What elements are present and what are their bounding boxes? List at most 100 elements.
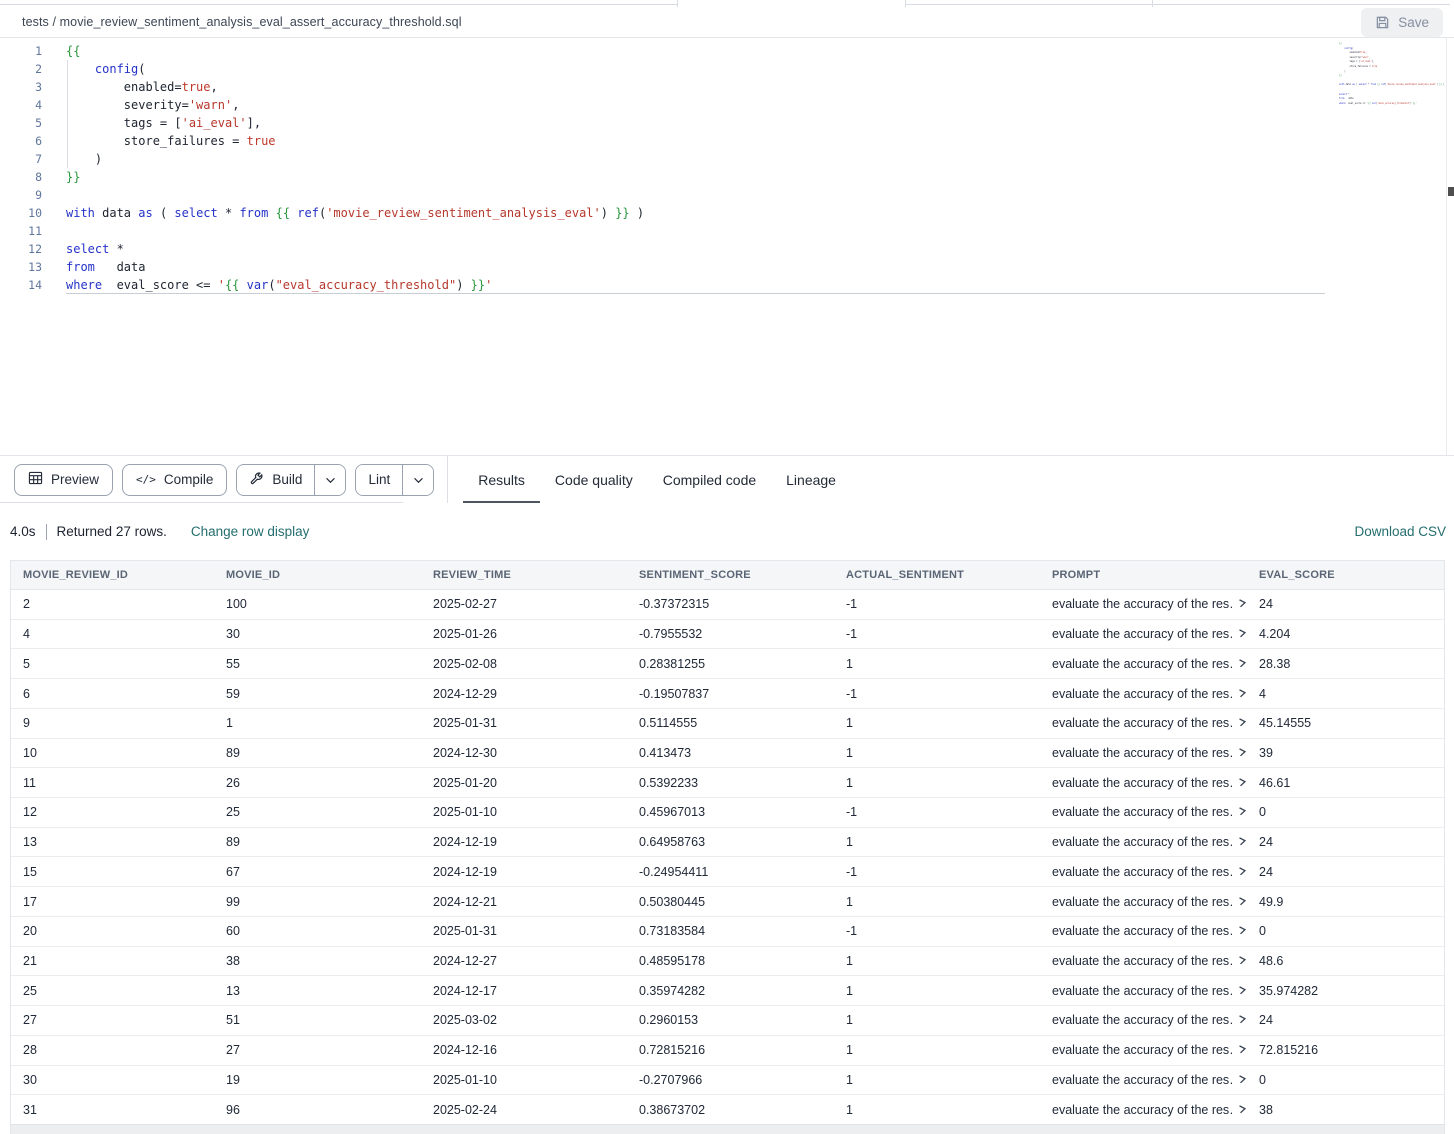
cell-movie_id: 89 — [214, 828, 421, 857]
cell-movie_review_id: 17 — [11, 887, 214, 916]
compile-button[interactable]: </>Compile — [122, 464, 227, 496]
cell-sentiment_score: 0.50380445 — [627, 887, 834, 916]
chevron-right-icon[interactable] — [1238, 865, 1247, 879]
cell-eval_score: 24 — [1247, 1006, 1445, 1035]
table-row: 13892024-12-190.649587631evaluate the ac… — [11, 828, 1444, 858]
tab-code-quality[interactable]: Code quality — [540, 456, 648, 504]
cell-movie_review_id: 2 — [11, 590, 214, 619]
cell-movie_id: 19 — [214, 1066, 421, 1095]
cell-actual_sentiment: 1 — [834, 709, 1040, 738]
prompt-cell-text: evaluate the accuracy of the res… — [1052, 776, 1233, 790]
editor-scrollbar[interactable] — [1446, 38, 1454, 455]
code-line[interactable]: 11 — [0, 222, 1325, 240]
chevron-right-icon[interactable] — [1238, 1103, 1247, 1117]
chevron-right-icon[interactable] — [1238, 895, 1247, 909]
chevron-right-icon[interactable] — [1238, 924, 1247, 938]
cell-eval_score: 38 — [1247, 1095, 1445, 1124]
code-line[interactable]: 10with data as ( select * from {{ ref('m… — [0, 204, 1325, 222]
results-table-body: 21002025-02-27-0.37372315-1evaluate the … — [11, 590, 1444, 1125]
code-line[interactable]: 4 severity='warn', — [0, 96, 1325, 114]
chevron-down-icon — [413, 472, 424, 487]
cell-prompt: evaluate the accuracy of the res… — [1040, 1066, 1247, 1095]
cell-movie_id: 1 — [214, 709, 421, 738]
table-row: 31962025-02-240.386737021evaluate the ac… — [11, 1095, 1444, 1125]
preview-button[interactable]: Preview — [14, 464, 113, 496]
chevron-right-icon[interactable] — [1238, 597, 1247, 611]
cell-review_time: 2025-01-10 — [421, 798, 627, 827]
code-line[interactable]: 2 config( — [0, 60, 1325, 78]
line-number: 11 — [0, 222, 42, 240]
code-line[interactable]: 5 tags = ['ai_eval'], — [0, 114, 1325, 132]
cell-review_time: 2024-12-19 — [421, 828, 627, 857]
chevron-right-icon[interactable] — [1238, 954, 1247, 968]
cell-eval_score: 35.974282 — [1247, 976, 1445, 1005]
cell-prompt: evaluate the accuracy of the res… — [1040, 1006, 1247, 1035]
chevron-right-icon[interactable] — [1238, 1043, 1247, 1057]
code-line[interactable]: 12select * — [0, 240, 1325, 258]
code-line-text: tags = ['ai_eval'], — [66, 114, 261, 132]
cell-eval_score: 39 — [1247, 739, 1445, 768]
prompt-cell-text: evaluate the accuracy of the res… — [1052, 1103, 1233, 1117]
column-header-sentiment_score: SENTIMENT_SCORE — [627, 561, 834, 589]
code-editor[interactable]: 1{{2 config(3 enabled=true,4 severity='w… — [0, 38, 1454, 455]
code-line[interactable]: 9 — [0, 186, 1325, 204]
code-line-text: select * — [66, 240, 124, 258]
cell-movie_review_id: 25 — [11, 976, 214, 1005]
editor-scrollbar-thumb[interactable] — [1448, 187, 1454, 196]
tab-compiled-code[interactable]: Compiled code — [648, 456, 771, 504]
cell-prompt: evaluate the accuracy of the res… — [1040, 679, 1247, 708]
results-horizontal-scrollbar[interactable] — [11, 1124, 1445, 1134]
chevron-right-icon[interactable] — [1238, 835, 1247, 849]
line-number: 4 — [0, 96, 42, 114]
cell-movie_id: 100 — [214, 590, 421, 619]
lint-dropdown-button[interactable] — [402, 465, 433, 495]
code-lines[interactable]: 1{{2 config(3 enabled=true,4 severity='w… — [0, 42, 1325, 294]
build-dropdown-button[interactable] — [314, 465, 345, 495]
chevron-right-icon[interactable] — [1238, 746, 1247, 760]
breadcrumb: tests / movie_review_sentiment_analysis_… — [22, 15, 462, 29]
tab-strip-edge — [905, 4, 1450, 5]
code-line[interactable]: 3 enabled=true, — [0, 78, 1325, 96]
prompt-cell-text: evaluate the accuracy of the res… — [1052, 984, 1233, 998]
line-number: 2 — [0, 60, 42, 78]
save-button[interactable]: Save — [1361, 8, 1443, 37]
prompt-cell-text: evaluate the accuracy of the res… — [1052, 627, 1233, 641]
chevron-right-icon[interactable] — [1238, 776, 1247, 790]
cell-movie_review_id: 20 — [11, 917, 214, 946]
chevron-right-icon[interactable] — [1238, 805, 1247, 819]
prompt-cell-text: evaluate the accuracy of the res… — [1052, 687, 1233, 701]
change-row-display-link[interactable]: Change row display — [191, 524, 310, 539]
chevron-right-icon[interactable] — [1238, 627, 1247, 641]
lint-button[interactable]: Lint — [356, 465, 402, 495]
code-line[interactable]: 1{{ — [0, 42, 1325, 60]
code-line[interactable]: 8}} — [0, 168, 1325, 186]
cell-review_time: 2024-12-27 — [421, 947, 627, 976]
preview-button-label: Preview — [51, 472, 99, 487]
cell-movie_id: 27 — [214, 1036, 421, 1065]
rows-returned-text: Returned 27 rows. — [57, 524, 167, 539]
chevron-right-icon[interactable] — [1238, 1073, 1247, 1087]
code-line[interactable]: 6 store_failures = true — [0, 132, 1325, 150]
tab-results[interactable]: Results — [463, 456, 540, 504]
code-line[interactable]: 13from data — [0, 258, 1325, 276]
column-header-review_time: REVIEW_TIME — [421, 561, 627, 589]
code-line[interactable]: 7 ) — [0, 150, 1325, 168]
download-csv-link[interactable]: Download CSV — [1354, 524, 1446, 539]
cell-eval_score: 28.38 — [1247, 649, 1445, 678]
code-line-text: }} — [1339, 74, 1342, 79]
code-line[interactable]: 14where eval_score <= '{{ var("eval_accu… — [0, 276, 1325, 294]
chevron-right-icon[interactable] — [1238, 1013, 1247, 1027]
tab-lineage[interactable]: Lineage — [771, 456, 851, 504]
cell-review_time: 2025-03-02 — [421, 1006, 627, 1035]
chevron-right-icon[interactable] — [1238, 657, 1247, 671]
cell-movie_id: 26 — [214, 768, 421, 797]
cell-movie_id: 51 — [214, 1006, 421, 1035]
cell-actual_sentiment: 1 — [834, 1095, 1040, 1124]
editor-minimap[interactable]: 1{{2 config(3 enabled=true,4 severity='w… — [1335, 42, 1442, 106]
cell-sentiment_score: -0.2707966 — [627, 1066, 834, 1095]
cell-prompt: evaluate the accuracy of the res… — [1040, 768, 1247, 797]
build-button[interactable]: Build — [237, 465, 314, 495]
chevron-right-icon[interactable] — [1238, 687, 1247, 701]
chevron-right-icon[interactable] — [1238, 716, 1247, 730]
chevron-right-icon[interactable] — [1238, 984, 1247, 998]
